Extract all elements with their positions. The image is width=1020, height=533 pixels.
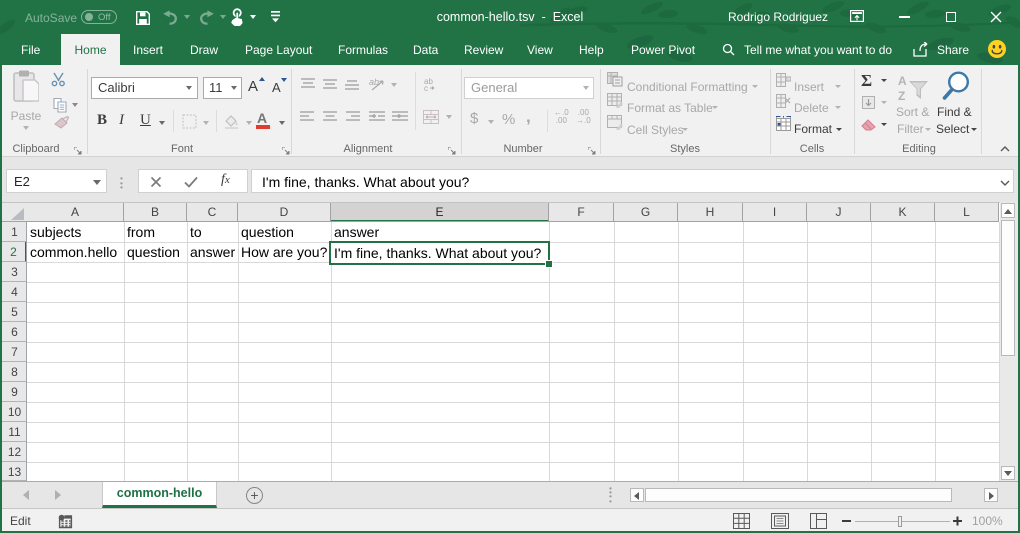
svg-text:Z: Z — [898, 89, 905, 101]
svg-text:A: A — [898, 74, 907, 88]
svg-text:c: c — [424, 84, 428, 91]
